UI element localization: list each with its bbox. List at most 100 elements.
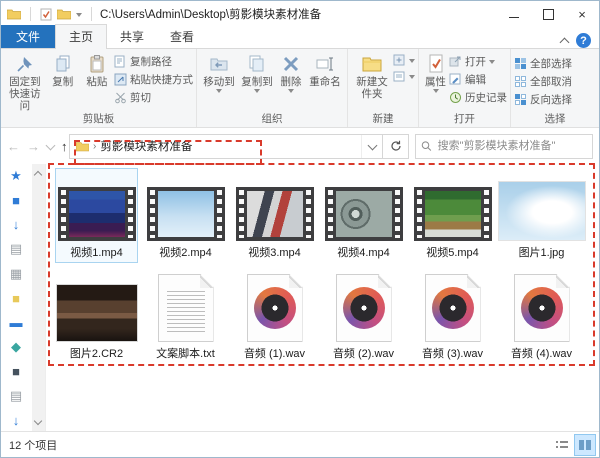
copy-to-icon (249, 55, 264, 72)
thumbnail-view-button[interactable] (574, 433, 596, 456)
search-box[interactable] (415, 133, 593, 159)
file-thumbnail (514, 274, 570, 342)
file-item[interactable]: 视频3.mp4 (233, 168, 316, 263)
rename-button[interactable]: 重命名 (306, 52, 344, 90)
file-item[interactable]: 音频 (1).wav (233, 269, 316, 364)
edit-button[interactable]: 编辑 (449, 72, 507, 87)
breadcrumb[interactable]: › 剪影模块素材准备 (70, 138, 361, 154)
file-name: 图片1.jpg (518, 247, 565, 259)
documents-icon[interactable]: ▤ (10, 241, 22, 257)
ribbon-group-open: 属性 打开 编辑 历史记录 打开 (419, 49, 511, 127)
cut-label: 剪切 (130, 92, 151, 104)
file-item[interactable]: 视频5.mp4 (411, 168, 494, 263)
copy-path-label: 复制路径 (130, 56, 172, 68)
easy-access-button[interactable] (393, 70, 415, 83)
up-icon[interactable]: ↑ (61, 139, 68, 154)
copy-button[interactable]: 复制 (46, 52, 80, 90)
explorer-folder-icon (7, 9, 21, 20)
file-item[interactable]: 视频2.mp4 (144, 168, 227, 263)
paste-button[interactable]: 粘贴 (80, 52, 114, 90)
file-item[interactable]: 音频 (3).wav (411, 269, 494, 364)
move-to-caret (216, 89, 222, 94)
open-button[interactable]: 打开 (449, 54, 507, 69)
file-item[interactable]: 音频 (2).wav (322, 269, 405, 364)
copy-path-icon (114, 55, 125, 68)
search-input[interactable] (435, 139, 587, 153)
move-to-button[interactable]: 移动到 (200, 52, 238, 95)
pin-to-quick-access-button[interactable]: 固定到快速访问 (4, 52, 46, 114)
easy-access-caret (409, 75, 415, 79)
pictures-icon[interactable]: ▦ (10, 266, 22, 282)
delete-icon (283, 56, 299, 72)
quick-access-icon[interactable]: ★ (10, 168, 22, 184)
maximize-button[interactable] (531, 1, 565, 27)
open-caret (489, 60, 495, 64)
file-name: 视频4.mp4 (337, 247, 390, 259)
new-item-button[interactable] (393, 54, 415, 67)
tab-share[interactable]: 共享 (107, 25, 157, 48)
file-item[interactable]: 图片2.CR2 (55, 269, 138, 364)
downloads-icon[interactable]: ↓ (13, 217, 20, 232)
copy-to-button[interactable]: 复制到 (238, 52, 276, 95)
recent-locations-caret[interactable] (45, 140, 56, 150)
help-icon[interactable]: ? (576, 33, 591, 48)
file-thumbnail (55, 284, 138, 342)
navigation-pane[interactable]: ★ ■ ↓ ▤ ▦ ■ ▬ ◆ ■ ▤ ↓ (1, 164, 46, 431)
file-item[interactable]: 视频4.mp4 (322, 168, 405, 263)
minimize-button[interactable] (497, 1, 531, 27)
select-all-button[interactable]: 全部选择 (514, 56, 572, 71)
tab-file[interactable]: 文件 (1, 25, 56, 48)
file-item[interactable]: 图片1.jpg (497, 168, 586, 263)
item-count: 12 个项目 (9, 439, 58, 452)
properties-quick-icon[interactable] (40, 8, 52, 21)
scroll-down-icon[interactable] (33, 416, 43, 426)
file-name: 视频3.mp4 (248, 247, 301, 259)
open-icon (449, 56, 461, 67)
details-view-button[interactable] (551, 434, 573, 456)
file-name: 文案脚本.txt (156, 348, 215, 360)
main-area: ★ ■ ↓ ▤ ▦ ■ ▬ ◆ ■ ▤ ↓ 视频1.mp4 视频2.mp4 视频… (1, 164, 599, 431)
desktop-icon[interactable]: ■ (12, 364, 20, 379)
history-button[interactable]: 历史记录 (449, 90, 507, 105)
file-item[interactable]: 音频 (4).wav (500, 269, 583, 364)
select-none-icon (515, 76, 526, 87)
rename-icon (316, 57, 333, 71)
back-icon[interactable]: ← (7, 139, 20, 154)
explorer-window: C:\Users\Admin\Desktop\剪影模块素材准备 × 文件 主页 … (0, 0, 600, 458)
cut-icon (115, 92, 126, 104)
delete-button[interactable]: 删除 (276, 52, 306, 95)
address-dropdown-button[interactable] (361, 134, 382, 158)
new-folder-button[interactable]: 新建文件夹 (351, 52, 393, 102)
documents2-icon[interactable]: ▤ (10, 388, 22, 404)
properties-button[interactable]: 属性 (422, 52, 449, 95)
close-button[interactable]: × (565, 1, 599, 27)
drive-icon[interactable]: ◆ (11, 339, 21, 355)
forward-icon[interactable]: → (27, 139, 40, 154)
select-none-button[interactable]: 全部取消 (514, 74, 572, 89)
sidebar-scrollbar[interactable] (32, 164, 45, 431)
file-item[interactable]: 视频1.mp4 (55, 168, 138, 263)
scroll-up-icon[interactable] (33, 170, 43, 180)
folder-icon[interactable]: ■ (12, 291, 20, 306)
this-pc-icon[interactable]: ▬ (10, 315, 23, 330)
properties-label: 属性 (425, 76, 446, 88)
invert-selection-button[interactable]: 反向选择 (514, 92, 572, 107)
rename-label: 重命名 (309, 76, 341, 88)
tab-home[interactable]: 主页 (55, 24, 108, 49)
address-bar[interactable]: › 剪影模块素材准备 (69, 133, 383, 159)
qat-customize-caret[interactable] (76, 12, 82, 17)
copy-path-button[interactable]: 复制路径 (114, 54, 193, 69)
refresh-button[interactable] (383, 133, 409, 159)
cut-button[interactable]: 剪切 (114, 90, 193, 105)
collapse-ribbon-icon[interactable] (559, 37, 570, 47)
tab-view[interactable]: 查看 (157, 25, 207, 48)
file-list[interactable]: 视频1.mp4 视频2.mp4 视频3.mp4 视频4.mp4 视频5.mp4 (45, 164, 599, 431)
downloads2-icon[interactable]: ↓ (13, 413, 20, 428)
paste-shortcut-button[interactable]: 粘贴快捷方式 (114, 72, 193, 87)
divider (91, 7, 92, 21)
file-name: 视频2.mp4 (159, 247, 212, 259)
file-item[interactable]: 文案脚本.txt (144, 269, 227, 364)
onedrive-icon[interactable]: ■ (12, 193, 20, 208)
file-thumbnail (336, 274, 392, 342)
new-folder-quick-icon[interactable] (57, 8, 71, 20)
